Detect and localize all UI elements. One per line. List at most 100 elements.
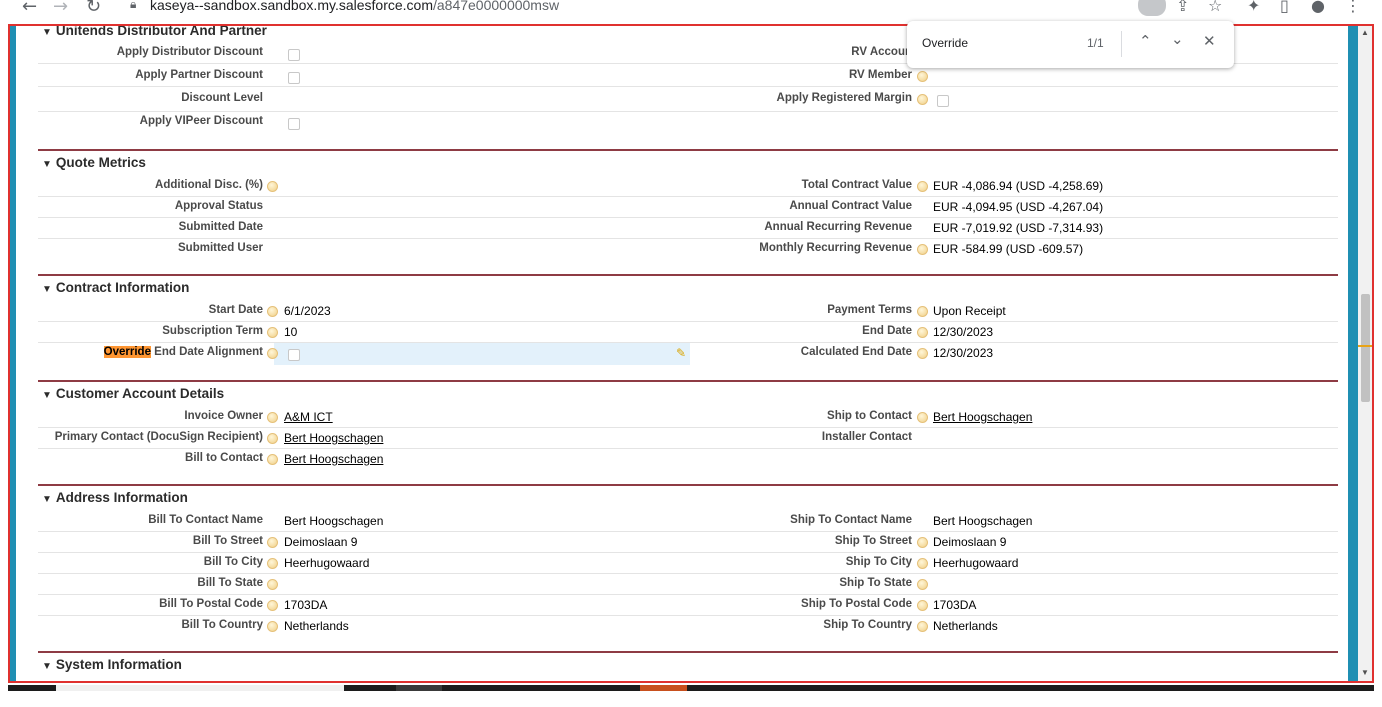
share-icon[interactable]: ⇪	[1176, 0, 1189, 15]
section-header-quote-metrics[interactable]: ▼ Quote Metrics	[42, 155, 146, 170]
help-icon[interactable]	[917, 579, 928, 590]
side-panel-icon[interactable]: ▯	[1280, 0, 1289, 15]
section-header-address[interactable]: ▼ Address Information	[42, 490, 188, 505]
help-icon[interactable]	[917, 348, 928, 359]
collapse-triangle-icon[interactable]: ▼	[42, 27, 52, 38]
help-icon[interactable]	[917, 306, 928, 317]
help-icon[interactable]	[267, 348, 278, 359]
ship-to-street-value: Deimoslaan 9	[933, 535, 1007, 549]
help-icon[interactable]	[917, 327, 928, 338]
ship-to-contact-link[interactable]: Bert Hoogschagen	[933, 410, 1032, 424]
help-icon[interactable]	[917, 71, 928, 82]
collapse-triangle-icon[interactable]: ▼	[42, 284, 52, 295]
field-label: Additional Disc. (%)	[155, 179, 263, 191]
ship-to-postal-value: 1703DA	[933, 598, 977, 612]
field-label: Bill To Postal Code	[159, 598, 263, 610]
help-icon[interactable]	[917, 558, 928, 569]
field-label: RV Member	[848, 69, 912, 81]
field-label: Apply Partner Discount	[135, 69, 263, 81]
override-end-date-alignment-checkbox[interactable]	[288, 349, 300, 361]
field-label: Bill To City	[203, 556, 263, 568]
field-label: Calculated End Date	[800, 346, 912, 358]
help-icon[interactable]	[267, 306, 278, 317]
field-label: Apply VIPeer Discount	[139, 115, 263, 127]
find-previous-icon[interactable]: ⌃	[1139, 32, 1152, 50]
edit-pencil-icon[interactable]: ✎	[676, 346, 686, 360]
section-header-customer[interactable]: ▼ Customer Account Details	[42, 386, 224, 401]
back-icon[interactable]: ←	[22, 0, 37, 17]
scroll-down-icon[interactable]: ▼	[1361, 668, 1369, 677]
collapse-triangle-icon[interactable]: ▼	[42, 390, 52, 401]
help-icon[interactable]	[267, 181, 278, 192]
collapse-triangle-icon[interactable]: ▼	[42, 494, 52, 505]
find-input[interactable]: Override	[922, 36, 968, 50]
help-icon[interactable]	[267, 454, 278, 465]
help-icon[interactable]	[917, 621, 928, 632]
field-label: Primary Contact (DocuSign Recipient)	[54, 431, 263, 443]
start-date-value: 6/1/2023	[284, 304, 331, 318]
field-label: Bill To Country	[181, 619, 263, 631]
field-label: RV Accoun	[851, 46, 912, 58]
help-icon[interactable]	[267, 327, 278, 338]
collapse-triangle-icon[interactable]: ▼	[42, 159, 52, 170]
help-icon[interactable]	[267, 579, 278, 590]
extensions-icon[interactable]: ✦	[1247, 0, 1260, 15]
help-icon[interactable]	[917, 94, 928, 105]
find-close-icon[interactable]: ✕	[1203, 32, 1216, 50]
row-divider	[38, 111, 1338, 112]
reload-icon[interactable]: ↻	[86, 0, 101, 17]
help-icon[interactable]	[917, 600, 928, 611]
menu-icon[interactable]: ⋮	[1345, 0, 1361, 15]
payment-terms-value: Upon Receipt	[933, 304, 1006, 318]
section-header-contract[interactable]: ▼ Contract Information	[42, 280, 189, 295]
help-icon[interactable]	[267, 621, 278, 632]
invoice-owner-link[interactable]: A&M ICT	[284, 410, 333, 424]
address-bar[interactable]: kaseya--sandbox.sandbox.my.salesforce.co…	[150, 0, 559, 13]
find-highlight: Override	[103, 346, 151, 358]
help-icon[interactable]	[917, 181, 928, 192]
help-icon[interactable]	[267, 433, 278, 444]
field-label: Approval Status	[174, 200, 263, 212]
help-icon[interactable]	[917, 537, 928, 548]
row-divider	[38, 552, 1338, 553]
inline-edit-field[interactable]	[274, 343, 690, 365]
help-icon[interactable]	[917, 412, 928, 423]
find-next-icon[interactable]: ⌄	[1171, 30, 1184, 48]
field-label: Start Date	[208, 304, 263, 316]
profile-icon[interactable]: ●	[1311, 0, 1325, 15]
help-icon[interactable]	[267, 412, 278, 423]
field-label: Monthly Recurring Revenue	[759, 242, 912, 254]
field-label: Override End Date Alignment	[103, 346, 263, 358]
bookmark-star-icon[interactable]: ☆	[1208, 0, 1222, 15]
field-label: Apply Distributor Discount	[116, 46, 263, 58]
field-label: Annual Contract Value	[789, 200, 912, 212]
primary-contact-link[interactable]: Bert Hoogschagen	[284, 431, 383, 445]
field-label: Bill To State	[197, 577, 263, 589]
field-label: End Date	[862, 325, 912, 337]
field-label: Total Contract Value	[801, 179, 912, 191]
field-label: Installer Contact	[821, 431, 912, 443]
field-label: Ship To Postal Code	[801, 598, 912, 610]
field-label: Discount Level	[181, 92, 263, 104]
field-label: Submitted User	[178, 242, 263, 254]
taskbar-window[interactable]	[640, 685, 687, 691]
help-icon[interactable]	[267, 537, 278, 548]
lens-icon[interactable]	[1138, 0, 1166, 16]
field-label: Invoice Owner	[184, 410, 263, 422]
annual-contract-value: EUR -4,094.95 (USD -4,267.04)	[933, 200, 1104, 214]
bill-to-contact-link[interactable]: Bert Hoogschagen	[284, 452, 383, 466]
row-divider	[38, 594, 1338, 595]
collapse-triangle-icon[interactable]: ▼	[42, 661, 52, 672]
lock-icon[interactable]: 🔒︎	[130, 0, 136, 12]
scroll-up-icon[interactable]: ▲	[1361, 28, 1369, 37]
taskbar-window[interactable]	[396, 685, 442, 691]
apply-partner-discount-checkbox	[288, 72, 300, 84]
forward-icon[interactable]: →	[53, 0, 68, 17]
scrollbar-thumb[interactable]	[1361, 294, 1370, 402]
taskbar-window[interactable]	[56, 685, 344, 691]
help-icon[interactable]	[917, 244, 928, 255]
help-icon[interactable]	[267, 558, 278, 569]
section-header-distributor[interactable]: ▼ Unitends Distributor And Partner	[42, 26, 267, 38]
help-icon[interactable]	[267, 600, 278, 611]
section-header-system[interactable]: ▼ System Information	[42, 657, 182, 672]
